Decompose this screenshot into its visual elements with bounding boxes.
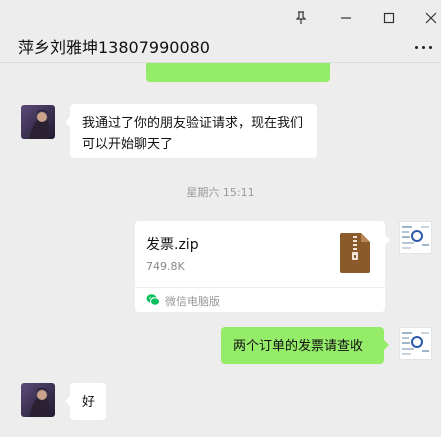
file-card-divider: [135, 287, 385, 288]
zip-file-icon: [340, 233, 370, 273]
message-bubble[interactable]: 两个订单的发票请查收: [221, 327, 389, 364]
title-bar: 萍乡刘雅坤13807990080: [0, 0, 441, 62]
wechat-icon: [146, 292, 160, 306]
message-list[interactable]: 我通过了你的朋友验证请求，现在我们可以开始聊天了 星期六 15:11 发票.zi…: [0, 63, 441, 437]
contact-avatar[interactable]: [21, 383, 55, 417]
chat-title: 萍乡刘雅坤13807990080: [18, 38, 210, 57]
self-avatar[interactable]: [399, 221, 432, 254]
file-message-card[interactable]: 发票.zip 749.8K 微信电脑版: [135, 221, 390, 312]
message-text: 好: [82, 395, 96, 410]
self-avatar[interactable]: [399, 327, 432, 360]
file-source-label: 微信电脑版: [165, 295, 220, 308]
file-name: 发票.zip: [146, 237, 199, 253]
close-icon[interactable]: [417, 6, 441, 30]
message-bubble[interactable]: 我通过了你的朋友验证请求，现在我们可以开始聊天了: [65, 104, 317, 158]
message-bubble[interactable]: 好: [65, 383, 106, 420]
maximize-icon[interactable]: [375, 6, 403, 30]
contact-avatar[interactable]: [21, 105, 55, 139]
pin-icon[interactable]: [287, 6, 315, 30]
file-size: 749.8K: [146, 260, 185, 273]
message-text: 我通过了你的朋友验证请求，现在我们可以开始聊天了: [82, 116, 304, 152]
minimize-icon[interactable]: [332, 6, 360, 30]
message-timestamp: 星期六 15:11: [186, 186, 255, 199]
more-options-icon[interactable]: [413, 40, 435, 54]
message-text: 两个订单的发票请查收: [233, 339, 364, 354]
previous-message-bubble: [146, 63, 330, 82]
